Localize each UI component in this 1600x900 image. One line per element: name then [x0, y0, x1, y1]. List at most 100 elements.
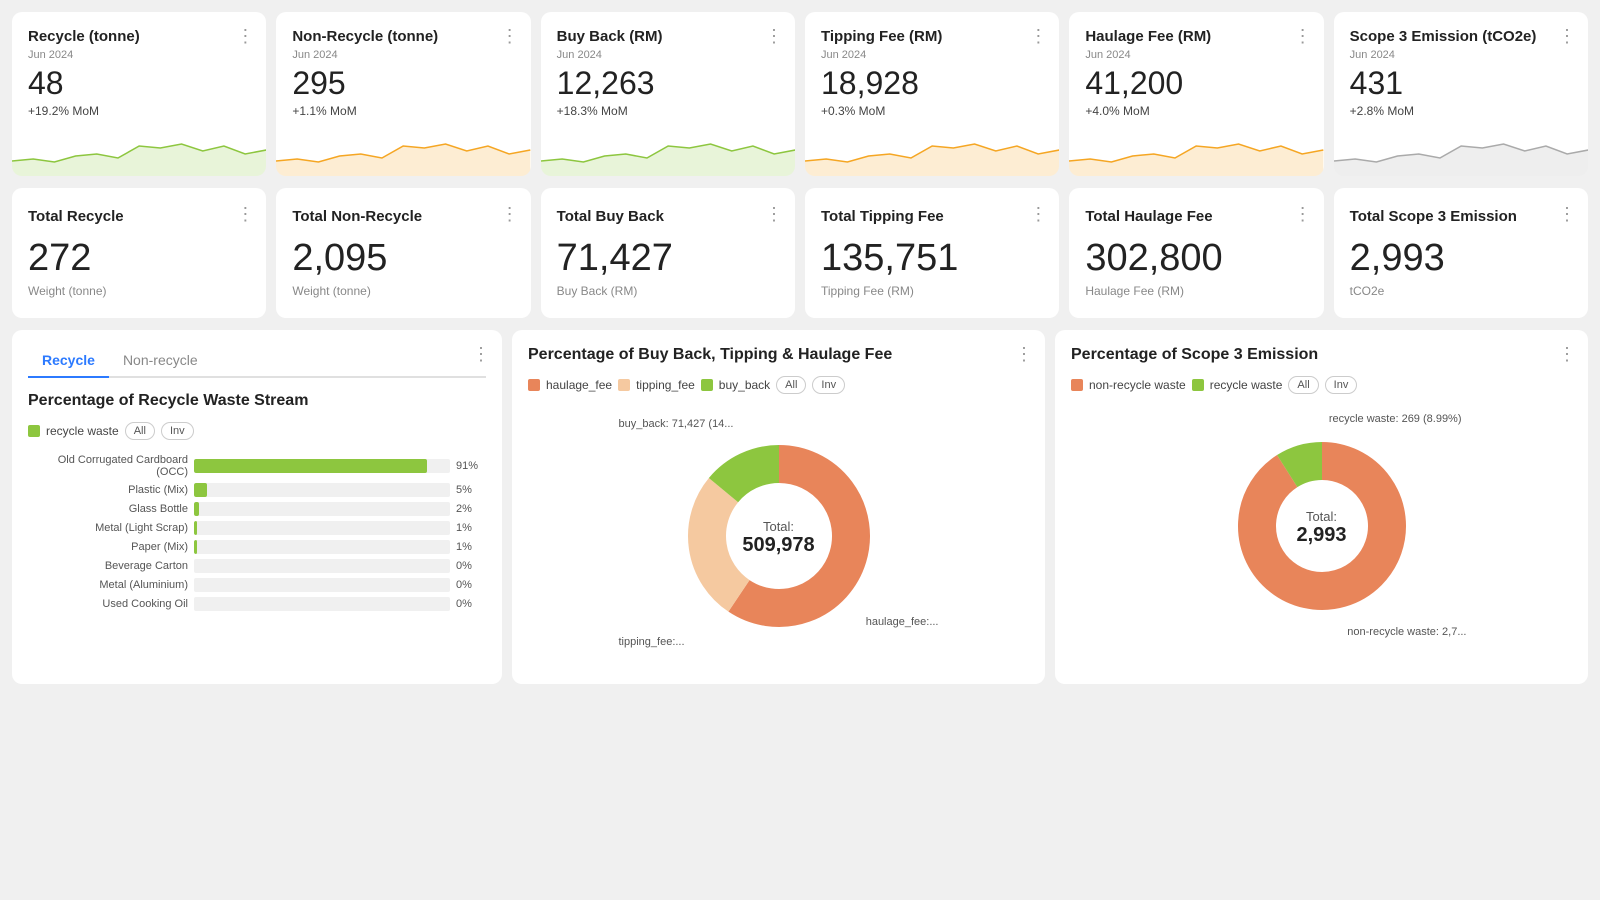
bar-fill-3: [194, 521, 197, 535]
donut1-center: Total: 509,978: [742, 519, 814, 557]
legend-label: haulage_fee: [546, 378, 612, 392]
legend-all-btn[interactable]: All: [1288, 376, 1318, 394]
metric-date-3: Jun 2024: [821, 49, 1043, 61]
legend-inv-btn[interactable]: Inv: [812, 376, 845, 394]
donut1-svg-wrap: Total: 509,978: [669, 426, 889, 651]
bar-legend-label: recycle waste: [46, 424, 119, 438]
metric-value-2: 12,263: [557, 65, 779, 102]
metric-title-1: Non-Recycle (tonne): [292, 28, 514, 45]
donut1-total-value: 509,978: [742, 534, 814, 557]
bar-pct-0: 91%: [456, 460, 486, 472]
legend-label: recycle waste: [1210, 378, 1283, 392]
bar-label-3: Metal (Light Scrap): [28, 522, 188, 534]
bar-row: Plastic (Mix) 5%: [28, 483, 486, 497]
bar-pct-7: 0%: [456, 598, 486, 610]
bar-fill-1: [194, 483, 207, 497]
bar-track-0: [194, 459, 450, 473]
bar-pct-4: 1%: [456, 541, 486, 553]
bar-track-6: [194, 578, 450, 592]
metric-menu-1[interactable]: ⋮: [501, 26, 519, 47]
bar-label-2: Glass Bottle: [28, 503, 188, 515]
bar-legend-dot: [28, 425, 40, 437]
metric-card-4: Haulage Fee (RM) Jun 2024 41,200 +4.0% M…: [1069, 12, 1323, 176]
metric-value-5: 431: [1350, 65, 1572, 102]
total-card-0: Total Recycle ⋮ 272 Weight (tonne): [12, 188, 266, 318]
metric-menu-2[interactable]: ⋮: [765, 26, 783, 47]
donut1-menu[interactable]: ⋮: [1015, 344, 1033, 365]
bar-label-4: Paper (Mix): [28, 541, 188, 553]
tab-recycle[interactable]: Recycle: [28, 346, 109, 378]
metric-value-3: 18,928: [821, 65, 1043, 102]
legend-inv-btn[interactable]: Inv: [1325, 376, 1358, 394]
legend-label: non-recycle waste: [1089, 378, 1186, 392]
donut2-panel: Percentage of Scope 3 Emission ⋮ non-rec…: [1055, 330, 1588, 684]
donut1-inner: buy_back: 71,427 (14... tipping_fee:... …: [528, 408, 1029, 668]
metric-card-3: Tipping Fee (RM) Jun 2024 18,928 +0.3% M…: [805, 12, 1059, 176]
metric-card-1: Non-Recycle (tonne) Jun 2024 295 +1.1% M…: [276, 12, 530, 176]
total-title-3: Total Tipping Fee: [821, 208, 1043, 225]
total-menu-2[interactable]: ⋮: [765, 204, 783, 225]
bar-track-5: [194, 559, 450, 573]
total-title-5: Total Scope 3 Emission: [1350, 208, 1572, 225]
metric-menu-0[interactable]: ⋮: [236, 26, 254, 47]
total-title-0: Total Recycle: [28, 208, 250, 225]
sparkline-4: [1069, 126, 1323, 176]
metric-title-3: Tipping Fee (RM): [821, 28, 1043, 45]
donut2-svg-wrap: Total: 2,993: [1222, 426, 1422, 631]
bottom-row: RecycleNon-recycle Percentage of Recycle…: [12, 330, 1588, 684]
metric-title-2: Buy Back (RM): [557, 28, 779, 45]
donut2-menu[interactable]: ⋮: [1558, 344, 1576, 365]
metric-date-4: Jun 2024: [1085, 49, 1307, 61]
total-title-1: Total Non-Recycle: [292, 208, 514, 225]
bar-pct-2: 2%: [456, 503, 486, 515]
bar-row: Metal (Light Scrap) 1%: [28, 521, 486, 535]
total-menu-1[interactable]: ⋮: [501, 204, 519, 225]
total-value-0: 272: [28, 237, 250, 280]
bar-inv-btn[interactable]: Inv: [161, 422, 194, 440]
metric-value-4: 41,200: [1085, 65, 1307, 102]
metric-date-5: Jun 2024: [1350, 49, 1572, 61]
bar-panel-menu[interactable]: ⋮: [472, 344, 490, 365]
total-menu-0[interactable]: ⋮: [236, 204, 254, 225]
bar-fill-2: [194, 502, 199, 516]
metric-change-1: +1.1% MoM: [292, 104, 514, 118]
metric-date-2: Jun 2024: [557, 49, 779, 61]
metric-value-0: 48: [28, 65, 250, 102]
metric-change-4: +4.0% MoM: [1085, 104, 1307, 118]
total-sub-0: Weight (tonne): [28, 284, 250, 298]
donut1-legend-row: haulage_feetipping_feebuy_backAllInv: [528, 376, 1029, 394]
total-card-1: Total Non-Recycle ⋮ 2,095 Weight (tonne): [276, 188, 530, 318]
total-title-2: Total Buy Back: [557, 208, 779, 225]
legend-dot: [1071, 379, 1083, 391]
total-title-4: Total Haulage Fee: [1085, 208, 1307, 225]
metric-change-5: +2.8% MoM: [1350, 104, 1572, 118]
metric-menu-3[interactable]: ⋮: [1029, 26, 1047, 47]
metric-menu-5[interactable]: ⋮: [1558, 26, 1576, 47]
total-card-3: Total Tipping Fee ⋮ 135,751 Tipping Fee …: [805, 188, 1059, 318]
metric-date-0: Jun 2024: [28, 49, 250, 61]
donut1-title: Percentage of Buy Back, Tipping & Haulag…: [528, 346, 1029, 364]
total-row: Total Recycle ⋮ 272 Weight (tonne) Total…: [12, 188, 1588, 318]
metric-change-3: +0.3% MoM: [821, 104, 1043, 118]
bar-label-0: Old Corrugated Cardboard (OCC): [28, 454, 188, 478]
total-menu-5[interactable]: ⋮: [1558, 204, 1576, 225]
total-sub-1: Weight (tonne): [292, 284, 514, 298]
total-value-4: 302,800: [1085, 237, 1307, 280]
metric-value-1: 295: [292, 65, 514, 102]
tab-non-recycle[interactable]: Non-recycle: [109, 346, 212, 378]
metric-menu-4[interactable]: ⋮: [1294, 26, 1312, 47]
total-sub-5: tCO2e: [1350, 284, 1572, 298]
metric-date-1: Jun 2024: [292, 49, 514, 61]
total-sub-2: Buy Back (RM): [557, 284, 779, 298]
total-menu-4[interactable]: ⋮: [1294, 204, 1312, 225]
donut2-inner: recycle waste: 269 (8.99%) non-recycle w…: [1071, 408, 1572, 648]
total-menu-3[interactable]: ⋮: [1029, 204, 1047, 225]
bar-track-4: [194, 540, 450, 554]
legend-label: buy_back: [719, 378, 770, 392]
legend-dot: [528, 379, 540, 391]
bar-legend-row: recycle waste All Inv: [28, 422, 486, 440]
bar-row: Beverage Carton 0%: [28, 559, 486, 573]
legend-all-btn[interactable]: All: [776, 376, 806, 394]
bar-all-btn[interactable]: All: [125, 422, 155, 440]
total-value-3: 135,751: [821, 237, 1043, 280]
